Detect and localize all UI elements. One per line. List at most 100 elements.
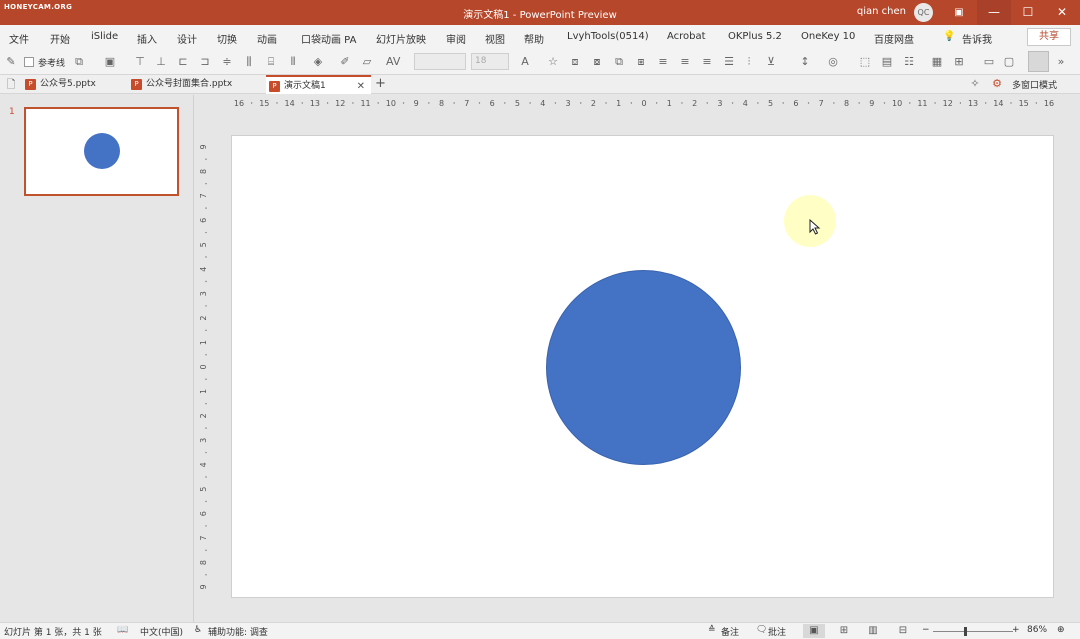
fill-color-icon[interactable]: ◈ <box>311 55 325 69</box>
text-align-left-icon[interactable]: ≡ <box>656 55 670 69</box>
font-size-select[interactable]: 18 <box>471 53 509 70</box>
align-top-icon[interactable]: ⊤ <box>133 55 147 69</box>
frame-icon[interactable]: ▢ <box>1002 55 1016 69</box>
tab-slideshow[interactable]: 幻灯片放映 <box>376 31 426 46</box>
character-spacing-icon[interactable]: AV <box>386 55 400 69</box>
add-tab-icon[interactable]: + <box>375 76 386 91</box>
tab-animations[interactable]: 动画 <box>257 31 277 46</box>
tab-review[interactable]: 审阅 <box>446 31 466 46</box>
tab-lvyhtools[interactable]: LvyhTools(0514) <box>567 31 649 42</box>
tab-islide[interactable]: iSlide <box>91 31 118 42</box>
close-icon[interactable]: ✕ <box>357 77 365 96</box>
tab-file[interactable]: 文件 <box>9 31 29 46</box>
close-button[interactable]: ✕ <box>1045 0 1079 25</box>
zoom-in-icon[interactable]: + <box>1012 625 1020 635</box>
pin-icon[interactable]: ✧ <box>968 77 982 91</box>
tab-home[interactable]: 开始 <box>50 31 70 46</box>
accessibility-status[interactable]: 辅助功能: 调查 <box>208 625 268 638</box>
slide-sorter-icon[interactable]: ⊞ <box>833 624 855 638</box>
file-icon[interactable]: 🗋 <box>4 78 18 92</box>
copy-style-icon[interactable]: ⧉ <box>72 55 86 69</box>
tab-view[interactable]: 视图 <box>485 31 505 46</box>
layout-icon[interactable]: ▦ <box>930 55 944 69</box>
align-left-icon[interactable]: ⊏ <box>176 55 190 69</box>
zoom-slider[interactable] <box>933 631 1013 632</box>
ribbon-display-options-icon[interactable]: ▣ <box>942 0 976 25</box>
align-center-icon[interactable]: ⌸ <box>264 55 278 69</box>
slide-canvas[interactable] <box>231 135 1054 598</box>
ruler-tick <box>205 451 207 454</box>
doc-tab-1[interactable]: P 公众号5.pptx <box>22 75 126 94</box>
format-painter-icon[interactable]: ✎ <box>4 55 18 69</box>
tell-me-search[interactable]: 告诉我 <box>962 31 992 46</box>
crop-icon[interactable]: ▭ <box>982 55 996 69</box>
tab-design[interactable]: 设计 <box>177 31 197 46</box>
line-spacing-icon[interactable]: ↕ <box>798 55 812 69</box>
merge-shapes-icon[interactable]: ⧆ <box>634 55 648 69</box>
reference-line-checkbox[interactable] <box>24 57 34 67</box>
text-align-center-icon[interactable]: ≡ <box>678 55 692 69</box>
ruler-tick <box>706 102 708 104</box>
font-family-select[interactable] <box>414 53 466 70</box>
share-button[interactable]: 共享 <box>1027 28 1071 46</box>
tab-acrobat[interactable]: Acrobat <box>667 31 706 42</box>
minimize-button[interactable]: — <box>977 0 1011 25</box>
font-color-icon[interactable]: A <box>518 55 532 69</box>
comments-button[interactable]: 批注 <box>768 625 786 638</box>
selection-pane-icon[interactable]: ⬚ <box>858 55 872 69</box>
settings-gear-icon[interactable]: ⚙ <box>990 77 1004 91</box>
tab-transitions[interactable]: 切换 <box>217 31 237 46</box>
eyedropper-icon[interactable]: ✐ <box>338 55 352 69</box>
more-tools-icon[interactable]: » <box>1054 55 1068 69</box>
table-icon[interactable]: ⊞ <box>952 55 966 69</box>
slide-thumbnail[interactable] <box>24 107 179 196</box>
slideshow-view-icon[interactable]: ⊟ <box>892 624 914 638</box>
picture-icon[interactable]: ▤ <box>880 55 894 69</box>
align-right-icon[interactable]: ⊐ <box>198 55 212 69</box>
tab-help[interactable]: 帮助 <box>524 31 544 46</box>
justify-icon[interactable]: ☰ <box>722 55 736 69</box>
document-tabs: 🗋 P 公众号5.pptx P 公众号封面集合.pptx P 演示文稿1 ✕ +… <box>0 75 1080 94</box>
tab-okplus[interactable]: OKPlus 5.2 <box>728 31 782 42</box>
notes-icon: ≙ <box>708 625 716 635</box>
shape-fill-icon[interactable]: ◎ <box>826 55 840 69</box>
outline-color-icon[interactable]: ▱ <box>360 55 374 69</box>
arrange-icon[interactable]: ⧉ <box>612 55 626 69</box>
multi-window-mode-button[interactable]: 多窗口模式 <box>1012 78 1057 91</box>
bullets-icon[interactable]: ☷ <box>902 55 916 69</box>
circle-shape[interactable] <box>546 270 741 465</box>
accessibility-icon[interactable]: ♿ <box>194 625 202 635</box>
lightbulb-icon[interactable]: 💡 <box>943 31 955 42</box>
shape-effects-icon[interactable]: ☆ <box>546 55 560 69</box>
reading-view-icon[interactable]: ▥ <box>862 624 884 638</box>
align-middle-icon[interactable]: ≑ <box>220 55 234 69</box>
zoom-slider-thumb[interactable] <box>964 627 967 636</box>
text-align-right-icon[interactable]: ≡ <box>700 55 714 69</box>
tab-baidu-netdisk[interactable]: 百度网盘 <box>874 31 914 46</box>
group-icon[interactable]: ⧈ <box>568 55 582 69</box>
language-indicator[interactable]: 中文(中国) <box>140 625 183 638</box>
distribute-vertical-icon[interactable]: ⫴ <box>286 55 300 69</box>
doc-tab-active[interactable]: P 演示文稿1 ✕ <box>266 75 371 94</box>
notes-button[interactable]: 备注 <box>721 625 739 638</box>
panel-toggle-button[interactable] <box>1028 51 1049 72</box>
text-align-vertical-icon[interactable]: ⊻ <box>764 55 778 69</box>
text-direction-icon[interactable]: ⫶ <box>742 55 756 69</box>
user-name[interactable]: qian chen <box>857 6 906 17</box>
ruler-label: 7 <box>464 99 469 108</box>
maximize-button[interactable]: ☐ <box>1011 0 1045 25</box>
distribute-horizontal-icon[interactable]: ⫼ <box>242 55 256 69</box>
align-bottom-icon[interactable]: ⊥ <box>154 55 168 69</box>
zoom-level[interactable]: 86% <box>1027 625 1047 635</box>
zoom-out-icon[interactable]: − <box>922 625 930 635</box>
tab-insert[interactable]: 插入 <box>137 31 157 46</box>
normal-view-icon[interactable]: ▣ <box>803 624 825 638</box>
tab-pocket-animation[interactable]: 口袋动画 PA <box>301 31 356 46</box>
avatar[interactable]: QC <box>914 3 933 22</box>
spellcheck-icon[interactable]: 📖 <box>117 625 128 635</box>
text-box-icon[interactable]: ▣ <box>103 55 117 69</box>
fit-to-window-icon[interactable]: ⊕ <box>1057 625 1065 635</box>
doc-tab-2[interactable]: P 公众号封面集合.pptx <box>128 75 264 94</box>
ungroup-icon[interactable]: ⧇ <box>590 55 604 69</box>
tab-onekey[interactable]: OneKey 10 <box>801 31 855 42</box>
